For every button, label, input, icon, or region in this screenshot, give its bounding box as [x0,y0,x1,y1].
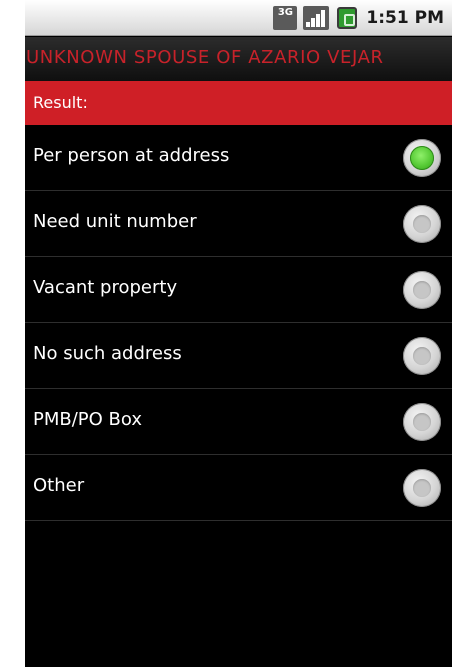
section-label: Result: [33,93,88,112]
option-label: PMB/PO Box [33,409,143,430]
radio-button-icon[interactable] [403,403,441,441]
option-no-such-address[interactable]: No such address [25,323,452,389]
option-vacant-property[interactable]: Vacant property [25,257,452,323]
option-label: Other [33,475,85,496]
result-options-list: Per person at address Need unit number V… [25,125,452,521]
radio-button-icon[interactable] [403,337,441,375]
status-time: 1:51 PM [366,8,444,28]
app-screen: 3G 1:51 PM UNKNOWN SPOUSE OF AZARIO VEJA… [25,0,452,667]
option-label: Per person at address [33,145,230,166]
status-bar: 3G 1:51 PM [25,0,452,36]
option-per-person-at-address[interactable]: Per person at address [25,125,452,191]
radio-button-icon[interactable] [403,205,441,243]
radio-button-icon[interactable] [403,139,441,177]
signal-strength-icon [303,6,330,30]
radio-button-icon[interactable] [403,469,441,507]
option-need-unit-number[interactable]: Need unit number [25,191,452,257]
battery-icon [337,7,358,29]
result-section-header: Result: [25,81,452,125]
device-frame: 3G 1:51 PM UNKNOWN SPOUSE OF AZARIO VEJA… [0,0,452,667]
page-title: UNKNOWN SPOUSE OF AZARIO VEJAR [26,47,384,68]
radio-button-icon[interactable] [403,271,441,309]
option-label: Need unit number [33,211,197,232]
option-label: No such address [33,343,182,364]
option-other[interactable]: Other [25,455,452,521]
option-label: Vacant property [33,277,178,298]
title-bar: UNKNOWN SPOUSE OF AZARIO VEJAR [25,37,452,81]
option-pmb-po-box[interactable]: PMB/PO Box [25,389,452,455]
status-icons: 3G 1:51 PM [273,4,444,32]
3g-data-icon: 3G [273,6,298,30]
